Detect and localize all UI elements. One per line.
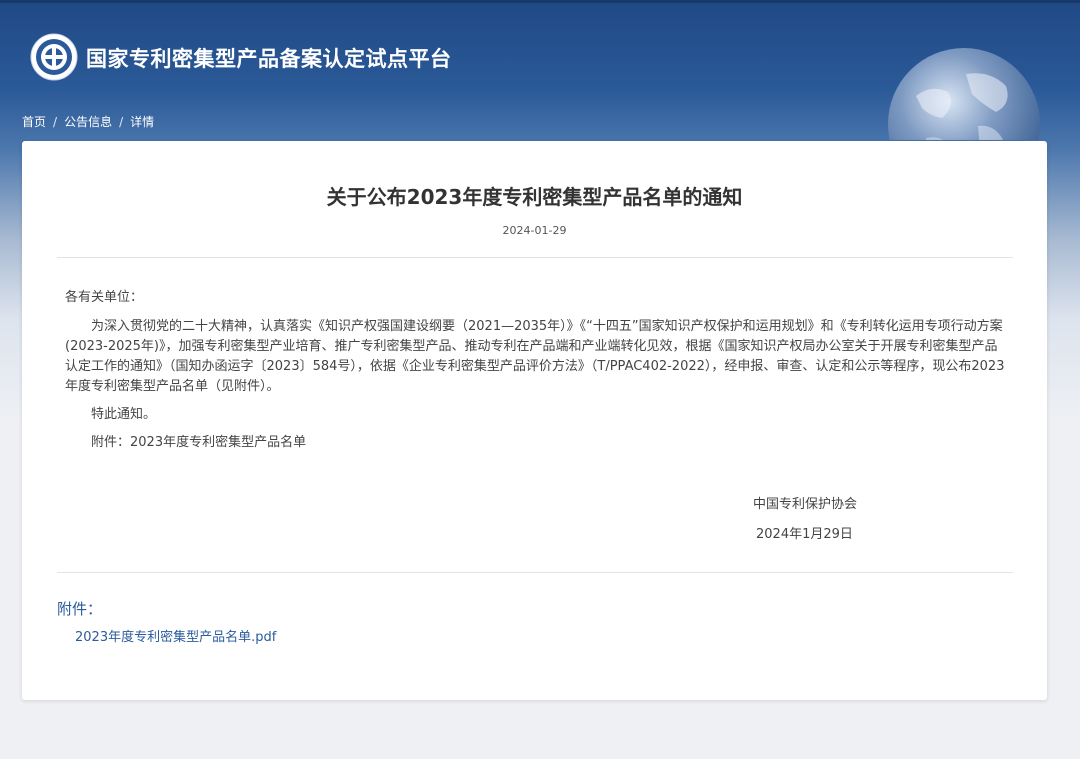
header-banner: 国家专利密集型产品备案认定试点平台 首页 / 公告信息 / 详情 bbox=[0, 0, 1080, 140]
article-greeting: 各有关单位： bbox=[65, 290, 144, 305]
breadcrumb: 首页 / 公告信息 / 详情 bbox=[22, 113, 154, 130]
breadcrumb-home[interactable]: 首页 bbox=[22, 115, 46, 129]
breadcrumb-notices[interactable]: 公告信息 bbox=[64, 115, 112, 129]
breadcrumb-separator: / bbox=[119, 115, 124, 129]
breadcrumb-separator: / bbox=[53, 115, 58, 129]
attachment-link-pdf[interactable]: 2023年度专利密集型产品名单.pdf bbox=[75, 626, 276, 645]
site-title[interactable]: 国家专利密集型产品备案认定试点平台 bbox=[86, 43, 452, 73]
title-divider bbox=[57, 257, 1013, 258]
article-paragraph: 特此通知。 bbox=[91, 407, 157, 422]
article-title: 关于公布2023年度专利密集型产品名单的通知 bbox=[326, 185, 743, 209]
article-paragraph: 附件：2023年度专利密集型产品名单 bbox=[91, 435, 307, 450]
cnipa-logo-emblem bbox=[30, 33, 78, 81]
article-paragraph: 为深入贯彻党的二十大精神，认真落实《知识产权强国建设纲要（2021—2035年）… bbox=[65, 319, 1005, 394]
article-body: 各有关单位： 为深入贯彻党的二十大精神，认真落实《知识产权强国建设纲要（2021… bbox=[65, 288, 1005, 453]
article-card: 关于公布2023年度专利密集型产品名单的通知 2024-01-29 各有关单位：… bbox=[22, 141, 1047, 700]
signature-org: 中国专利保护协会 bbox=[753, 497, 858, 512]
signature-date: 2024年1月29日 bbox=[756, 527, 853, 542]
attachments-label: 附件： bbox=[57, 600, 103, 618]
article-date: 2024-01-29 bbox=[502, 224, 567, 237]
globe-image bbox=[888, 48, 1040, 140]
attachment-divider bbox=[57, 572, 1013, 573]
breadcrumb-current: 详情 bbox=[130, 115, 155, 129]
